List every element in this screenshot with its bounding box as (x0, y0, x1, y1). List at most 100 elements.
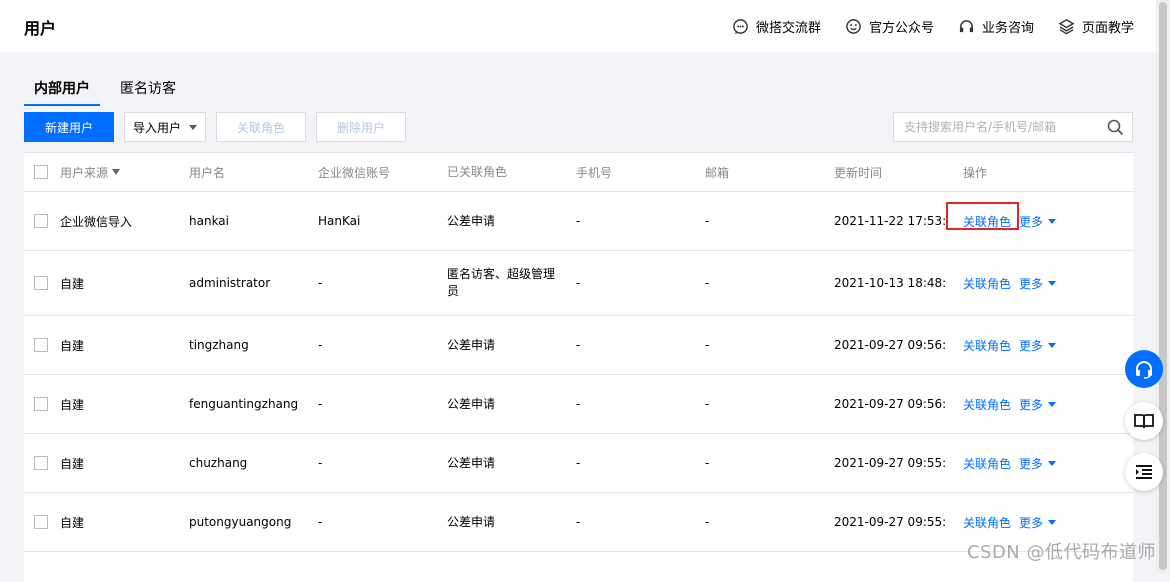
more-label: 更多 (1019, 338, 1044, 353)
link-role-link[interactable]: 关联角色 (963, 455, 1011, 472)
tab-internal-users[interactable]: 内部用户 (24, 78, 100, 106)
import-user-dropdown[interactable]: 导入用户 (124, 112, 206, 142)
link-role-link[interactable]: 关联角色 (963, 514, 1011, 531)
filter-icon[interactable] (112, 169, 121, 175)
header-link-label: 官方公众号 (868, 20, 934, 36)
cell-wework: - (318, 397, 323, 411)
more-label: 更多 (1019, 276, 1044, 291)
link-role-link[interactable]: 关联角色 (963, 275, 1011, 292)
row-checkbox[interactable] (34, 276, 48, 290)
more-dropdown[interactable]: 更多 (1019, 396, 1057, 413)
cell-wework: - (318, 456, 323, 470)
column-header-email: 邮箱 (705, 165, 730, 180)
page-scrollbar[interactable] (1156, 0, 1170, 572)
cell-phone: - (576, 214, 581, 228)
highlight-box (946, 202, 1019, 230)
docs-button[interactable] (1125, 402, 1163, 440)
page-title: 用户 (24, 19, 57, 38)
row-checkbox[interactable] (34, 397, 48, 411)
search-input[interactable] (894, 113, 1114, 141)
cell-updated: 2021-09-27 09:56:00 (834, 397, 946, 411)
delete-user-button[interactable]: 删除用户 (316, 112, 406, 142)
cell-updated: 2021-09-27 09:55:00 (834, 515, 946, 529)
column-header-updated: 更新时间 (834, 165, 883, 180)
more-label: 更多 (1019, 397, 1044, 412)
layers-icon (1058, 18, 1075, 34)
search-icon[interactable] (1107, 119, 1124, 136)
cell-roles: 匿名访客、超级管理员 (447, 267, 556, 298)
header-link-business-consult[interactable]: 业务咨询 (958, 17, 1034, 36)
more-label: 更多 (1019, 456, 1044, 471)
cell-wework: - (318, 338, 323, 352)
new-user-button[interactable]: 新建用户 (24, 112, 114, 142)
link-role-link[interactable]: 关联角色 (963, 337, 1011, 354)
header-links: 微搭交流群 官方公众号 业务咨询 页面教学 (732, 0, 1134, 52)
cell-username: hankai (189, 214, 229, 228)
cell-roles: 公差申请 (447, 455, 496, 470)
header-link-label: 业务咨询 (981, 20, 1034, 36)
cell-ops: 关联角色 更多 (963, 434, 1057, 492)
table-row: 企业微信导入 hankai HanKai 公差申请 - - 2021-11-22… (24, 192, 1133, 251)
cell-username: chuzhang (189, 456, 248, 470)
book-icon (1134, 414, 1154, 429)
header-link-official-account[interactable]: 官方公众号 (845, 17, 934, 36)
cell-ops: 关联角色 更多 (963, 251, 1057, 315)
cell-ops: 关联角色 更多 (963, 375, 1057, 433)
header-link-label: 微搭交流群 (755, 20, 821, 36)
cell-updated: 2021-11-22 17:53:00 (834, 214, 946, 228)
table-row: 自建 fenguantingzhang - 公差申请 - - 2021-09-2… (24, 375, 1133, 434)
column-header-phone: 手机号 (576, 165, 613, 180)
table-row: 自建 administrator - 匿名访客、超级管理员 - - 2021-1… (24, 251, 1133, 316)
toolbar: 新建用户 导入用户 关联角色 删除用户 (24, 112, 406, 142)
cell-username: fenguantingzhang (189, 397, 299, 411)
cell-ops: 关联角色 更多 (963, 316, 1057, 374)
row-checkbox[interactable] (34, 456, 48, 470)
column-header-wework: 企业微信账号 (318, 165, 391, 180)
select-all-checkbox[interactable] (34, 165, 48, 179)
more-dropdown[interactable]: 更多 (1019, 455, 1057, 472)
cell-source: 自建 (60, 456, 85, 471)
cell-roles: 公差申请 (447, 514, 496, 529)
header-link-label: 页面教学 (1081, 20, 1134, 36)
more-dropdown[interactable]: 更多 (1019, 213, 1057, 230)
column-header-source[interactable]: 用户来源 (60, 153, 121, 191)
import-user-label: 导入用户 (132, 120, 181, 135)
headset-icon (1136, 361, 1152, 379)
more-dropdown[interactable]: 更多 (1019, 275, 1057, 292)
caret-down-icon (1048, 519, 1057, 525)
more-dropdown[interactable]: 更多 (1019, 337, 1057, 354)
search-box (893, 112, 1133, 142)
row-checkbox[interactable] (34, 338, 48, 352)
cell-phone: - (576, 515, 581, 529)
link-role-link[interactable]: 关联角色 (963, 396, 1011, 413)
cell-updated: 2021-10-13 18:48:00 (834, 276, 946, 290)
row-checkbox[interactable] (34, 214, 48, 228)
more-label: 更多 (1019, 515, 1044, 530)
header-link-page-tutorial[interactable]: 页面教学 (1058, 17, 1134, 36)
cell-source: 自建 (60, 276, 85, 291)
link-role-button[interactable]: 关联角色 (216, 112, 306, 142)
smile-face-icon (846, 18, 861, 34)
column-header-roles: 已关联角色 (447, 164, 508, 179)
cell-username: putongyuangong (189, 515, 292, 529)
more-dropdown[interactable]: 更多 (1019, 514, 1057, 531)
cell-email: - (705, 456, 710, 470)
header-link-wechat-group[interactable]: 微搭交流群 (732, 17, 821, 36)
cell-updated: 2021-09-27 09:55:00 (834, 456, 946, 470)
cell-email: - (705, 276, 710, 290)
table-row: 自建 tingzhang - 公差申请 - - 2021-09-27 09:56… (24, 316, 1133, 375)
scrollbar-thumb[interactable] (1159, 2, 1167, 570)
top-header: 用户 微搭交流群 官方公众号 业务咨询 页面教学 (0, 0, 1170, 52)
caret-down-icon (1048, 342, 1057, 348)
cell-source: 企业微信导入 (60, 214, 133, 229)
tab-anonymous-visitors[interactable]: 匿名访客 (110, 78, 186, 106)
cell-email: - (705, 338, 710, 352)
outline-button[interactable] (1125, 453, 1163, 491)
customer-service-button[interactable] (1125, 350, 1163, 388)
table-header-row: 用户来源 用户名 企业微信账号 已关联角色 手机号 邮箱 更新时间 操作 (24, 153, 1133, 192)
more-label: 更多 (1019, 214, 1044, 229)
cell-roles: 公差申请 (447, 396, 496, 411)
cell-wework: - (318, 276, 323, 290)
cell-source: 自建 (60, 515, 85, 530)
row-checkbox[interactable] (34, 515, 48, 529)
